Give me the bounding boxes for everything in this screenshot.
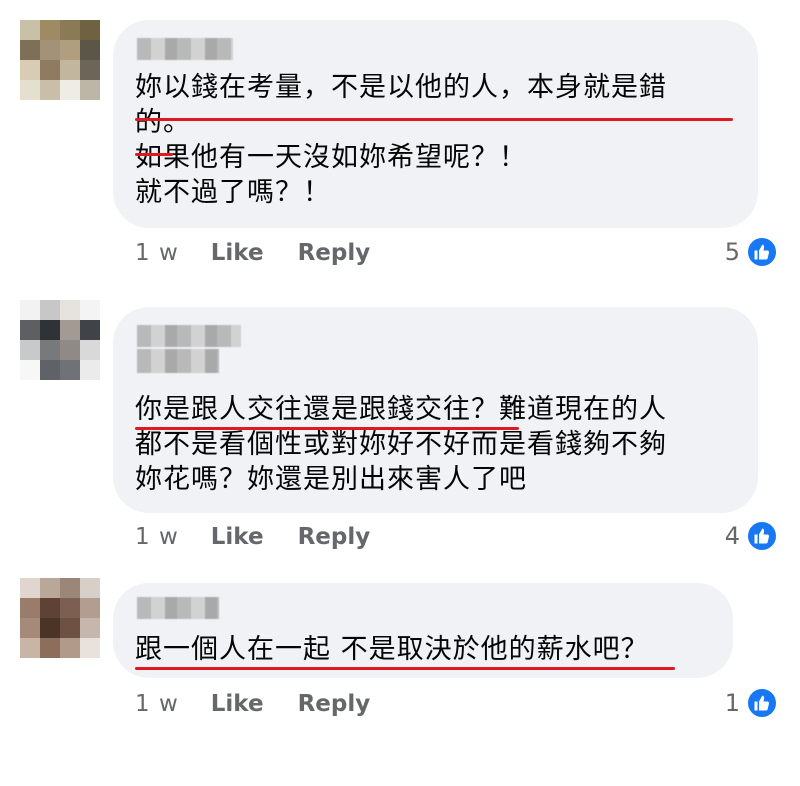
commenter-name-blurred[interactable] [137, 38, 233, 60]
comment-actions: 1 w Like Reply [135, 238, 404, 268]
commenter-name-blurred[interactable] [137, 349, 219, 373]
thumbs-up-icon [746, 520, 778, 552]
reaction-summary[interactable]: 5 [725, 235, 778, 269]
reaction-count: 1 [724, 689, 740, 717]
comment-bubble: 跟一個人在一起 不是取決於他的薪水吧？ [113, 583, 733, 678]
highlight-underline [135, 667, 675, 670]
reply-button[interactable]: Reply [298, 240, 371, 266]
like-button[interactable]: Like [211, 524, 264, 550]
reply-button[interactable]: Reply [298, 524, 371, 550]
commenter-name-blurred[interactable] [137, 597, 219, 619]
reaction-summary[interactable]: 4 [725, 519, 778, 553]
like-button[interactable]: Like [211, 240, 264, 266]
avatar[interactable] [20, 578, 100, 658]
highlight-underline [135, 153, 173, 156]
highlight-underline [135, 427, 519, 430]
commenter-name-blurred[interactable] [137, 325, 241, 347]
comment-bubble: 你是跟人交往還是跟錢交往？難道現在的人 都不是看個性或對妳好不好而是看錢夠不夠 … [113, 307, 758, 513]
reaction-count: 5 [724, 238, 740, 266]
thumbs-up-icon [746, 687, 778, 719]
comment-actions: 1 w Like Reply [135, 689, 404, 719]
reply-button[interactable]: Reply [298, 691, 371, 717]
comment-timestamp[interactable]: 1 w [135, 524, 179, 550]
highlight-underline [135, 118, 733, 121]
comment-bubble: 妳以錢在考量，不是以他的人，本身就是錯 的。 如果他有一天沒如妳希望呢？！ 就不… [113, 20, 758, 228]
comment-timestamp[interactable]: 1 w [135, 240, 179, 266]
comment-text: 跟一個人在一起 不是取決於他的薪水吧？ [135, 634, 649, 665]
comment-timestamp[interactable]: 1 w [135, 691, 179, 717]
like-button[interactable]: Like [211, 691, 264, 717]
reaction-count: 4 [724, 522, 740, 550]
avatar[interactable] [20, 300, 100, 380]
comment-text: 妳以錢在考量，不是以他的人，本身就是錯 的。 如果他有一天沒如妳希望呢？！ 就不… [135, 72, 667, 208]
comment-text: 你是跟人交往還是跟錢交往？難道現在的人 都不是看個性或對妳好不好而是看錢夠不夠 … [135, 394, 667, 495]
thumbs-up-icon [746, 236, 778, 268]
comment-actions: 1 w Like Reply [135, 522, 404, 552]
reaction-summary[interactable]: 1 [725, 686, 778, 720]
avatar[interactable] [20, 20, 100, 100]
